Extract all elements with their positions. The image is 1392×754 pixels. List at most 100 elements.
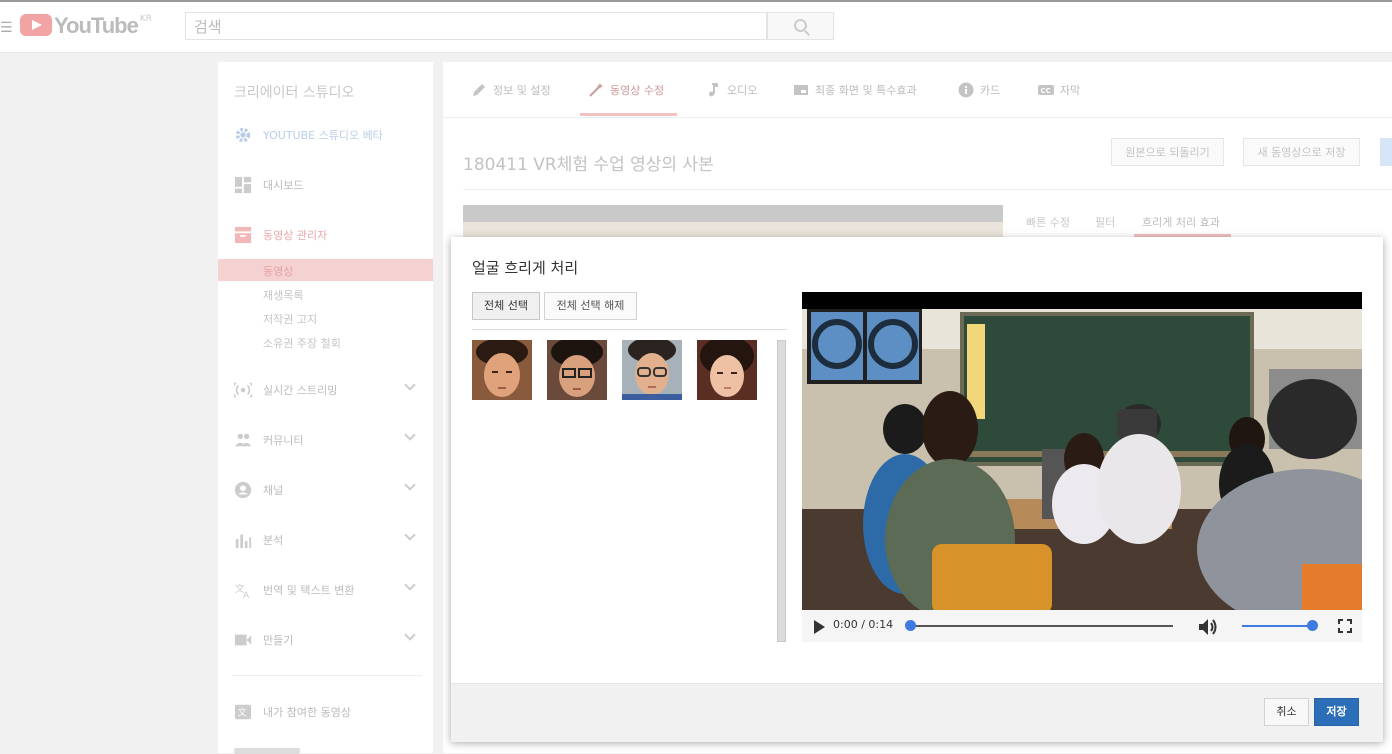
- revert-to-original-button[interactable]: 원본으로 되돌리기: [1111, 138, 1224, 166]
- sidebar-bottom-button[interactable]: [234, 748, 300, 754]
- cancel-button[interactable]: 취소: [1264, 698, 1309, 726]
- contributions-icon: 文: [234, 704, 252, 720]
- tab-label: 최종 화면 및 특수효과: [815, 84, 917, 97]
- volume-handle[interactable]: [1307, 620, 1318, 631]
- select-all-button[interactable]: 전체 선택: [472, 292, 540, 320]
- volume-icon[interactable]: [1198, 618, 1218, 636]
- sidebar-item-channel[interactable]: 채널: [218, 477, 433, 503]
- active-tab-indicator: [580, 113, 677, 116]
- dialog-title: 얼굴 흐리게 처리: [472, 259, 579, 277]
- play-button[interactable]: [814, 620, 825, 634]
- editor-video-header: [463, 205, 1003, 222]
- sidebar-item-analytics[interactable]: 분석: [218, 527, 433, 553]
- faces-scrollbar[interactable]: [777, 340, 786, 642]
- tab-info-settings[interactable]: 정보 및 설정: [471, 82, 551, 98]
- video-player: 0:00 / 0:14: [802, 292, 1362, 642]
- sidebar-subitem-playlists[interactable]: 재생목록: [218, 283, 433, 305]
- menu-icon[interactable]: ☰: [0, 20, 13, 36]
- sidebar-subitem-copyright[interactable]: 저작권 고지: [218, 307, 433, 329]
- svg-text:CC: CC: [1041, 87, 1051, 95]
- sidebar-item-studio-beta[interactable]: YOUTUBE 스튜디오 베타: [218, 122, 433, 148]
- chevron-down-icon: [404, 379, 416, 391]
- sidebar-item-translations[interactable]: 文A 번역 및 텍스트 변환: [218, 577, 433, 603]
- sidebar-item-live[interactable]: 실시간 스트리밍: [218, 377, 433, 403]
- face-thumbnail[interactable]: [547, 340, 607, 400]
- logo-region: KR: [139, 14, 152, 24]
- tab-end-screen[interactable]: 최종 화면 및 특수효과: [793, 82, 917, 98]
- magic-wand-icon: [589, 83, 603, 97]
- masthead: ☰ YouTube KR 검색: [0, 2, 1392, 53]
- tab-subtitles[interactable]: CC 자막: [1038, 82, 1080, 98]
- sidebar-item-label: 채널: [263, 484, 284, 497]
- gear-icon: [235, 127, 251, 143]
- volume-slider[interactable]: [1242, 625, 1312, 627]
- editor-video-preview: [463, 222, 1003, 238]
- sidebar-item-label: 실시간 스트리밍: [263, 384, 338, 397]
- face-image-3: [622, 340, 682, 400]
- video-title: 180411 VR체험 수업 영상의 사본: [463, 155, 714, 175]
- chevron-down-icon: [404, 479, 416, 491]
- subtab-filters[interactable]: 필터: [1095, 214, 1115, 230]
- svg-text:文: 文: [238, 707, 247, 719]
- chevron-down-icon: [404, 429, 416, 441]
- save-button[interactable]: 저장: [1314, 698, 1359, 726]
- youtube-logo[interactable]: YouTube KR: [20, 14, 152, 38]
- tab-audio[interactable]: 오디오: [705, 82, 757, 98]
- face-thumbnail[interactable]: [472, 340, 532, 400]
- sidebar-item-video-manager[interactable]: 동영상 관리자: [218, 222, 433, 248]
- youtube-play-icon: [20, 14, 52, 36]
- info-icon: [958, 82, 974, 98]
- sidebar-subitem-label: 재생목록: [263, 289, 304, 302]
- sidebar-title: 크리에이터 스튜디오: [234, 85, 355, 101]
- face-thumbnail[interactable]: [622, 340, 682, 400]
- tab-cards[interactable]: 카드: [958, 82, 1000, 98]
- search-input[interactable]: 검색: [185, 12, 767, 40]
- sidebar-item-create[interactable]: 만들기: [218, 627, 433, 653]
- video-frame[interactable]: [802, 309, 1362, 610]
- editor-tabs: 정보 및 설정 동영상 수정 오디오 최종 화면 및 특수효과 카드 CC 자막: [443, 62, 1392, 118]
- sidebar-subitem-retractions[interactable]: 소유권 주장 철회: [218, 331, 433, 353]
- sidebar-item-contributions[interactable]: 文 내가 참여한 동영상: [218, 699, 433, 725]
- tab-label: 자막: [1060, 84, 1081, 97]
- search-button[interactable]: [767, 12, 834, 40]
- sidebar-subitem-videos[interactable]: 동영상: [218, 259, 433, 281]
- search-icon: [794, 19, 807, 32]
- dialog-footer: 취소 저장: [451, 683, 1383, 742]
- fullscreen-icon[interactable]: [1338, 619, 1352, 633]
- seek-bar[interactable]: [910, 625, 1173, 627]
- sidebar-item-label: 만들기: [263, 634, 294, 647]
- chevron-down-icon: [404, 579, 416, 591]
- svg-text:A: A: [243, 591, 250, 599]
- tab-label: 동영상 수정: [610, 84, 665, 97]
- subtab-quick-fixes[interactable]: 빠른 수정: [1026, 214, 1070, 230]
- sidebar-item-label: 커뮤니티: [263, 434, 304, 447]
- sidebar-item-dashboard[interactable]: 대시보드: [218, 172, 433, 198]
- deselect-all-button[interactable]: 전체 선택 해제: [544, 292, 637, 320]
- tab-video-edit[interactable]: 동영상 수정: [588, 82, 664, 98]
- subtab-blurring-effects[interactable]: 흐리게 처리 효과: [1142, 214, 1220, 230]
- face-image-1: [472, 340, 532, 400]
- sidebar-item-label: 분석: [263, 534, 284, 547]
- face-thumbnail[interactable]: [697, 340, 757, 400]
- tab-label: 오디오: [727, 84, 758, 97]
- sidebar-item-label: 동영상 관리자: [263, 229, 328, 242]
- sidebar-subitem-label: 저작권 고지: [263, 313, 318, 326]
- video-manager-icon: [234, 226, 252, 244]
- title-divider: [463, 189, 1392, 190]
- logo-text: YouTube: [54, 13, 139, 38]
- chevron-down-icon: [404, 629, 416, 641]
- save-button-partial[interactable]: [1380, 138, 1392, 166]
- tab-label: 카드: [980, 84, 1001, 97]
- tab-label: 정보 및 설정: [493, 84, 551, 97]
- seek-handle[interactable]: [905, 620, 916, 631]
- dashboard-icon: [234, 176, 252, 194]
- video-letterbox: [802, 292, 1362, 309]
- sidebar-item-label: YOUTUBE 스튜디오 베타: [263, 129, 383, 142]
- face-image-2: [547, 340, 607, 400]
- translate-icon: 文A: [235, 582, 250, 599]
- sidebar-item-community[interactable]: 커뮤니티: [218, 427, 433, 453]
- chevron-down-icon: [404, 529, 416, 541]
- save-as-new-button[interactable]: 새 동영상으로 저장: [1243, 138, 1360, 166]
- face-image-4: [697, 340, 757, 400]
- channel-icon: [234, 481, 252, 499]
